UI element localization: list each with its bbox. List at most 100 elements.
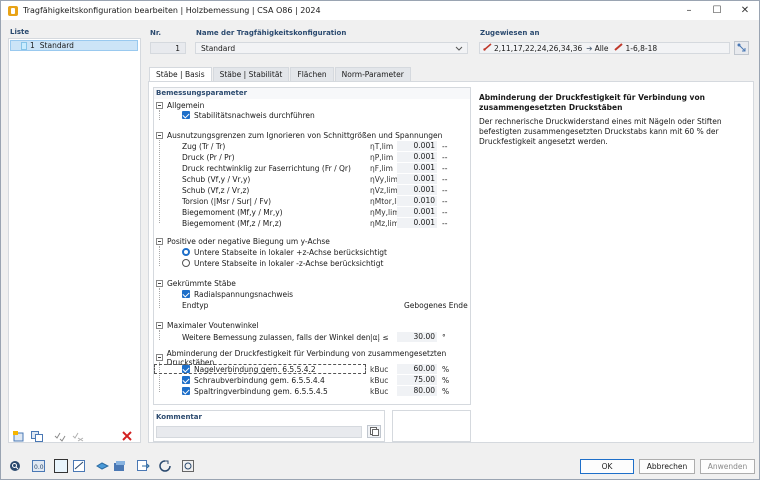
apply-button[interactable]: Anwenden — [700, 459, 755, 474]
assigned-members: 2,11,17,22,24,26,34,36 — [494, 43, 583, 53]
list-item[interactable]: 1 Standard — [10, 40, 138, 51]
design-parameters-panel: Bemessungsparameter Allgemein Stabilität… — [153, 87, 471, 405]
tab-surfaces[interactable]: Flächen — [290, 67, 334, 81]
stability-row: Stabilitätsnachweis durchführen — [154, 110, 470, 120]
limit-value[interactable]: 0.001 — [397, 152, 437, 162]
name-value: Standard — [201, 43, 236, 53]
section-reduction[interactable]: Abminderung der Druckfestigkeit für Verb… — [156, 349, 468, 367]
color-icon[interactable] — [54, 459, 68, 473]
check-all-icon[interactable] — [53, 430, 67, 442]
reduction-symbol: kBuc — [370, 386, 389, 396]
delete-icon[interactable] — [120, 430, 134, 442]
limit-symbol: ηT,lim — [370, 141, 394, 151]
comment-library-icon[interactable] — [367, 425, 381, 438]
collapse-icon[interactable] — [156, 280, 163, 287]
app-icon — [8, 5, 18, 16]
limit-value[interactable]: 0.001 — [397, 207, 437, 217]
list-item-number: 1 — [30, 41, 35, 50]
limit-value[interactable]: 0.001 — [397, 163, 437, 173]
collapse-icon[interactable] — [156, 354, 163, 361]
haunch-value[interactable]: 30.00 — [397, 332, 437, 342]
units-icon[interactable]: 0.0 — [31, 459, 45, 473]
members-select-icon[interactable] — [72, 459, 86, 473]
haunch-label: Weitere Bemessung zulassen, falls der Wi… — [182, 332, 381, 342]
section-general[interactable]: Allgemein — [156, 101, 468, 110]
search-icon[interactable] — [8, 459, 22, 473]
reduction-values-row: kBuc 60.00 % — [154, 364, 470, 374]
close-button[interactable]: ✕ — [731, 1, 759, 20]
tab-code-parameters[interactable]: Norm-Parameter — [334, 67, 411, 81]
settings-icon[interactable] — [181, 459, 195, 473]
section-bending[interactable]: Positive oder negative Biegung um y-Achs… — [156, 237, 468, 246]
section-limits[interactable]: Ausnutzungsgrenzen zum Ignorieren von Sc… — [156, 131, 468, 140]
nr-label: Nr. — [150, 29, 161, 37]
bending-negative-radio[interactable] — [182, 259, 190, 267]
limit-value[interactable]: 0.001 — [397, 185, 437, 195]
name-label: Name der Tragfähigkeitskonfiguration — [196, 29, 347, 37]
haunch-unit: ° — [442, 332, 446, 342]
new-config-icon[interactable] — [12, 430, 26, 442]
tab-members-stability[interactable]: Stäbe | Stabilität — [212, 67, 290, 81]
limit-unit: -- — [442, 152, 448, 162]
bending-negative-label: Untere Stabseite in lokaler -z-Achse ber… — [194, 258, 384, 268]
description-body: Der rechnerische Druckwiderstand eines m… — [479, 117, 722, 146]
limit-value[interactable]: 0.001 — [397, 174, 437, 184]
screw-checkbox[interactable] — [182, 376, 190, 384]
tab-bar: Stäbe | Basis Stäbe | Stabilität Flächen… — [149, 67, 412, 81]
collapse-icon[interactable] — [156, 238, 163, 245]
limit-row: Schub (Vf,z / Vr,z) ηVz,lim 0.001 -- — [154, 185, 470, 195]
bending-positive-label: Untere Stabseite in lokaler +z-Achse ber… — [194, 247, 388, 257]
limit-row: Druck rechtwinklig zur Faserrichtung (Fr… — [154, 163, 470, 173]
dialog-window: Tragfähigkeitskonfiguration bearbeiten |… — [0, 0, 760, 480]
cancel-button[interactable]: Abbrechen — [639, 459, 695, 474]
parameters-tree: Allgemein Stabilitätsnachweis durchführe… — [154, 99, 470, 404]
collapse-icon[interactable] — [156, 102, 163, 109]
comment-panel: Kommentar — [153, 410, 385, 442]
limit-value[interactable]: 0.001 — [397, 218, 437, 228]
comment-side-panel — [392, 410, 471, 442]
endtyp-value[interactable]: Gebogenes Ende — [404, 301, 468, 310]
list-item-name: Standard — [39, 41, 74, 50]
stability-checkbox[interactable] — [182, 111, 190, 119]
bending-positive-radio[interactable] — [182, 248, 190, 256]
limit-row: Schub (Vf,y / Vr,y) ηVy,lim 0.001 -- — [154, 174, 470, 184]
maximize-button[interactable]: ☐ — [703, 1, 731, 20]
haunch-row: Weitere Bemessung zulassen, falls der Wi… — [154, 332, 470, 342]
section-curved[interactable]: Gekrümmte Stäbe — [156, 279, 468, 288]
tab-members-basic[interactable]: Stäbe | Basis — [149, 67, 212, 81]
model-icon[interactable] — [95, 459, 109, 473]
section-haunch[interactable]: Maximaler Voutenwinkel — [156, 321, 468, 330]
view-icon[interactable] — [112, 459, 126, 473]
reduction-unit: % — [442, 375, 450, 385]
reset-icon[interactable] — [158, 459, 172, 473]
name-field[interactable]: Standard — [195, 42, 468, 54]
section-haunch-label: Maximaler Voutenwinkel — [167, 321, 259, 330]
minimize-button[interactable]: – — [675, 1, 703, 20]
reduction-value[interactable]: 75.00 — [397, 375, 437, 385]
config-color-swatch — [21, 41, 27, 50]
endtyp-label: Endtyp — [182, 300, 209, 310]
collapse-icon[interactable] — [156, 132, 163, 139]
collapse-icon[interactable] — [156, 322, 163, 329]
comment-input[interactable] — [156, 426, 362, 438]
member-icon — [483, 43, 492, 53]
chevron-down-icon[interactable] — [455, 44, 463, 54]
limit-value[interactable]: 0.001 — [397, 141, 437, 151]
section-limits-label: Ausnutzungsgrenzen zum Ignorieren von Sc… — [167, 131, 443, 140]
reduction-value[interactable]: 80.00 — [397, 386, 437, 396]
reduction-unit: % — [442, 386, 450, 396]
list-panel — [8, 38, 141, 443]
export-icon[interactable] — [136, 459, 150, 473]
limit-symbol: ηF,lim — [370, 163, 393, 173]
ok-button[interactable]: OK — [580, 459, 634, 474]
split-ring-checkbox[interactable] — [182, 387, 190, 395]
copy-config-icon[interactable] — [30, 430, 44, 442]
radial-checkbox[interactable] — [182, 290, 190, 298]
reduction-value[interactable]: 60.00 — [397, 364, 437, 374]
radial-label: Radialspannungsnachweis — [194, 289, 294, 299]
select-objects-icon[interactable] — [734, 41, 749, 55]
limit-row: Druck (Pr / Pr) ηP,lim 0.001 -- — [154, 152, 470, 162]
limit-value[interactable]: 0.010 — [397, 196, 437, 206]
bending-option-row: Untere Stabseite in lokaler -z-Achse ber… — [154, 258, 470, 268]
uncheck-all-icon[interactable] — [71, 430, 85, 442]
